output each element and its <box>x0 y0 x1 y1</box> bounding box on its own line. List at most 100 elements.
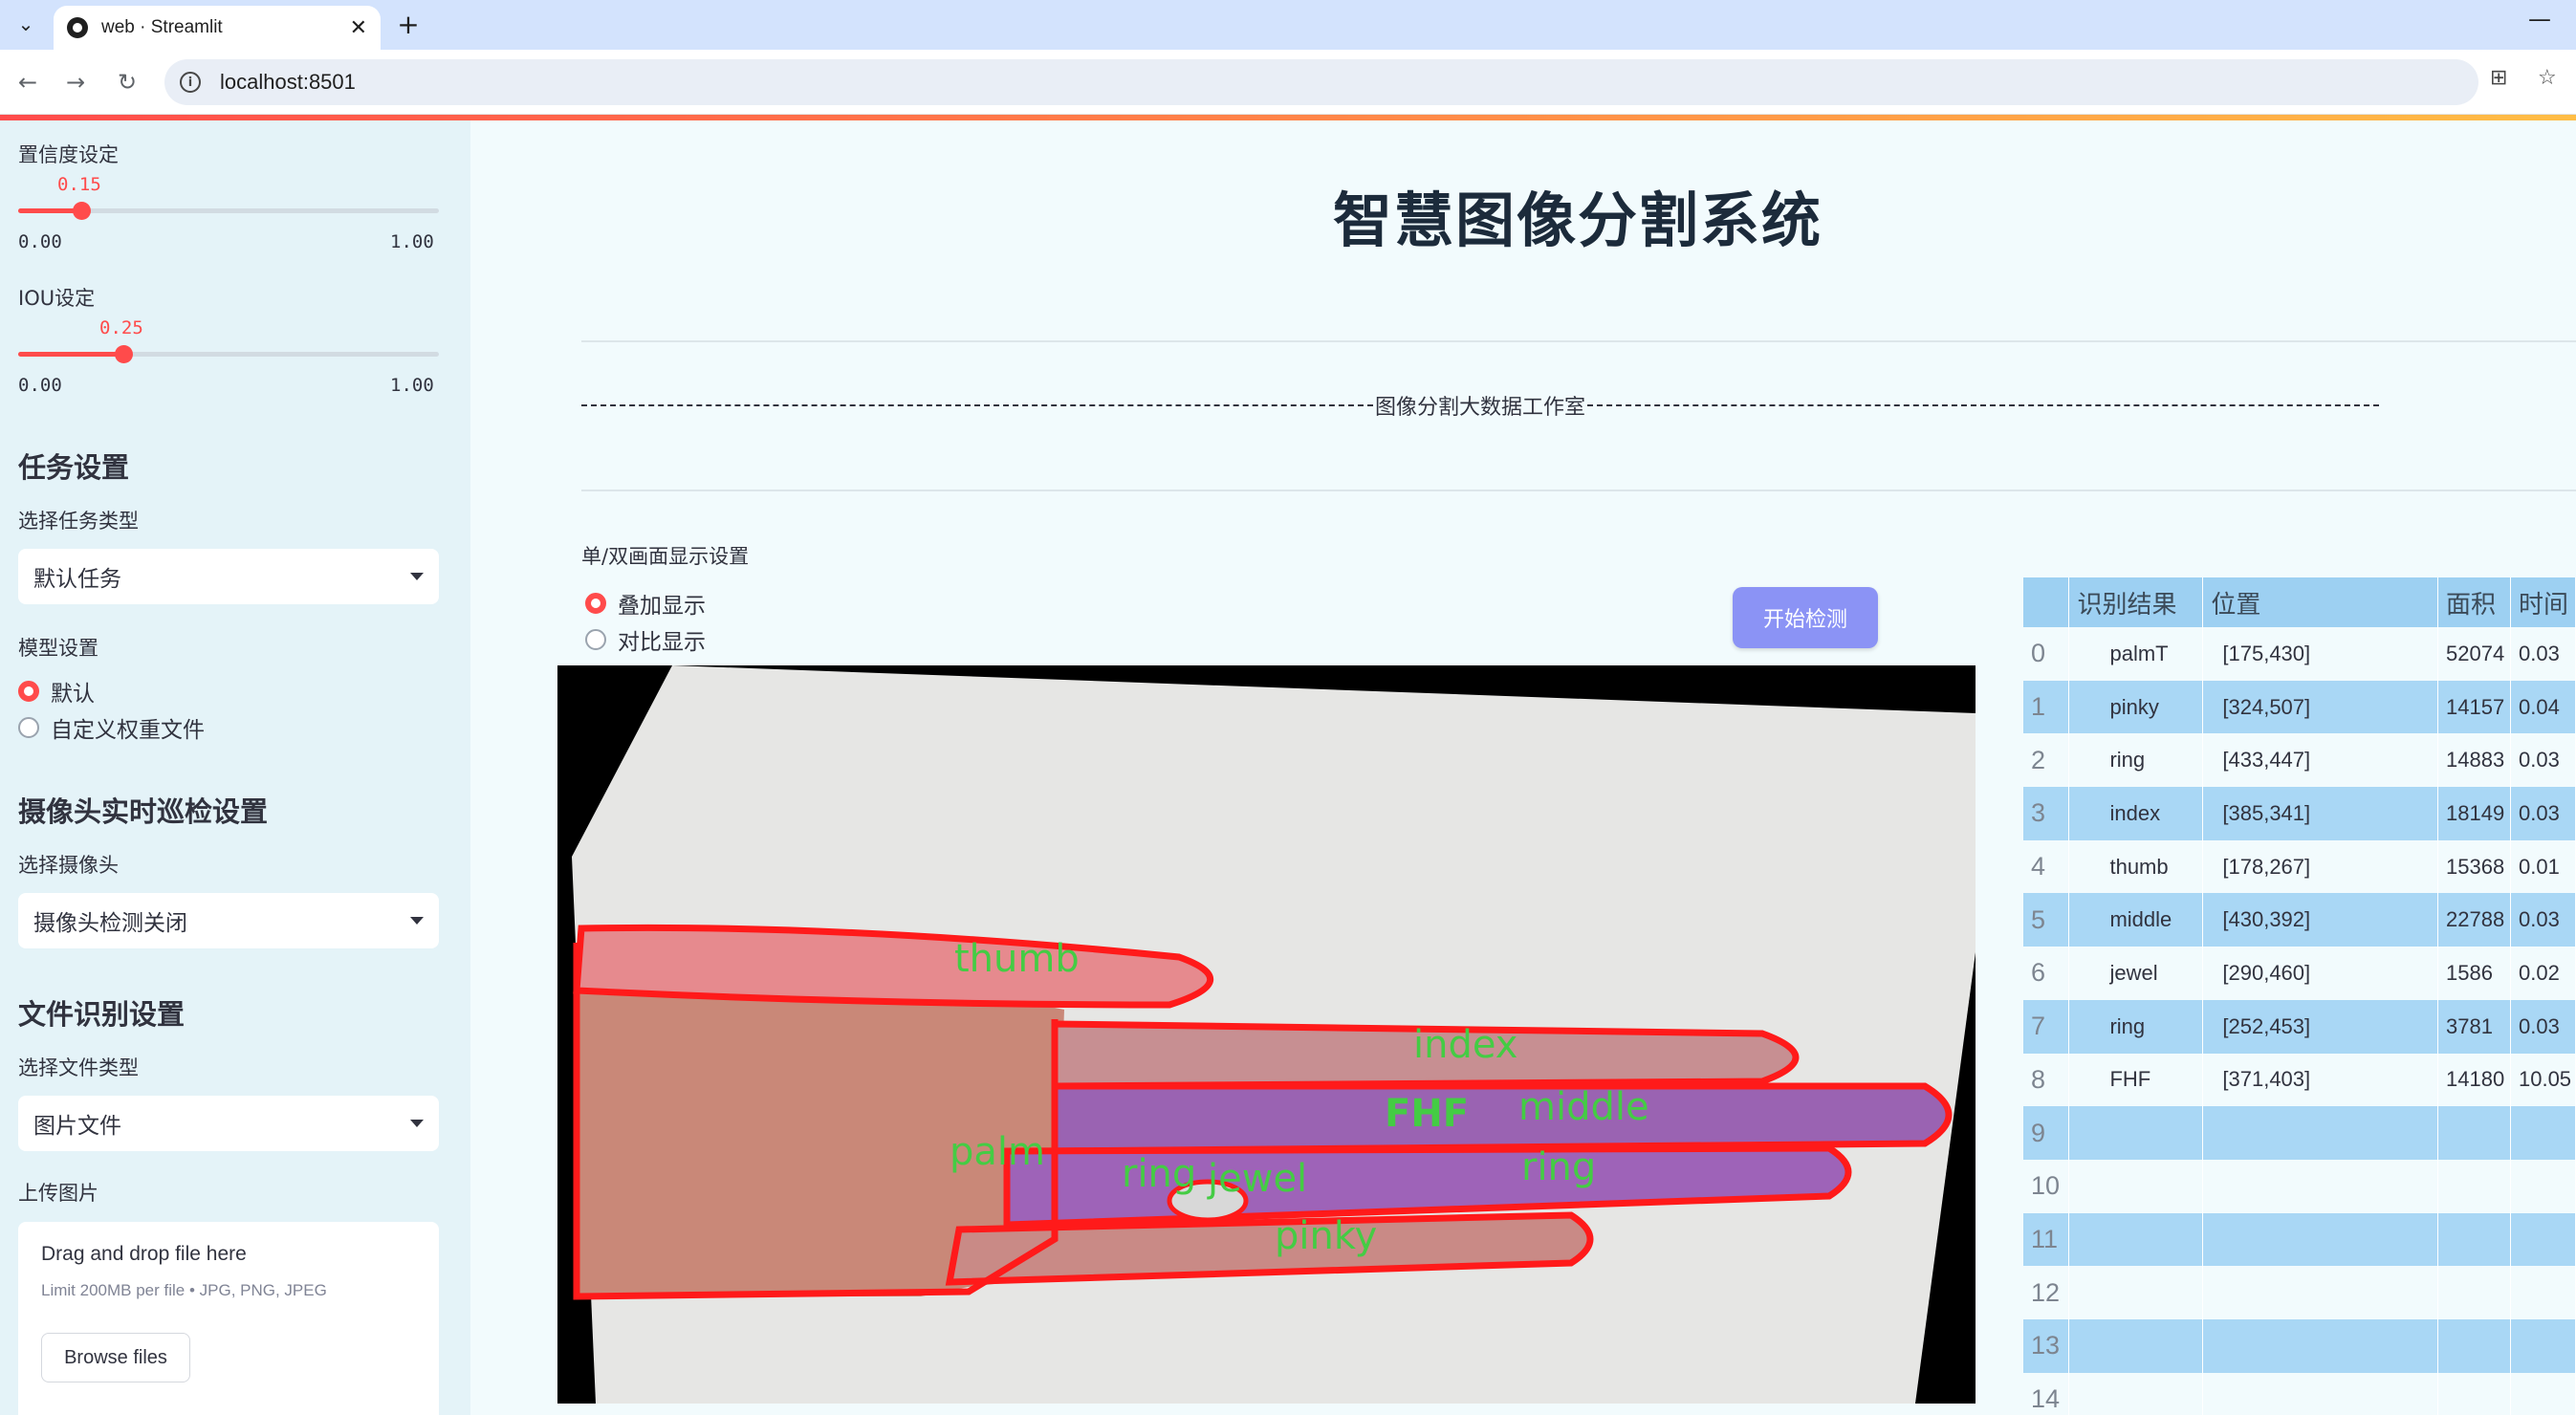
back-arrow-icon[interactable]: ← <box>11 66 44 98</box>
upload-label: 上传图片 <box>18 1182 98 1205</box>
cell-index: 8 <box>2023 1053 2070 1107</box>
bookmark-star-icon[interactable]: ☆ <box>2538 66 2557 90</box>
cell-position: [290,460] <box>2202 947 2439 1000</box>
cell-position <box>2202 1266 2439 1319</box>
cell-time <box>2510 1212 2576 1267</box>
address-bar[interactable]: i localhost:8501 <box>164 59 2478 105</box>
start-detection-button[interactable]: 开始检测 <box>1733 587 1878 648</box>
studio-banner: 图像分割大数据工作室 <box>581 388 2380 423</box>
camera-select[interactable]: 摄像头检测关闭 <box>18 893 439 948</box>
iou-slider[interactable] <box>18 345 439 363</box>
confidence-slider-thumb[interactable] <box>73 202 91 220</box>
new-tab-icon[interactable]: + <box>392 8 425 40</box>
table-row[interactable]: 2 ring [433,447] 14883 0.03 <box>2023 733 2576 788</box>
cell-time: 0.02 <box>2510 947 2576 1000</box>
table-row[interactable]: 14 <box>2023 1372 2576 1415</box>
iou-label: IOU设定 <box>18 287 96 310</box>
iou-min: 0.00 <box>18 375 62 396</box>
radio-selected-icon[interactable] <box>18 681 39 702</box>
display-option-compare-label: 对比显示 <box>618 630 706 655</box>
iou-slider-thumb[interactable] <box>115 345 133 363</box>
cell-result: ring <box>2068 999 2204 1054</box>
label-ring-2: ring <box>1521 1145 1596 1189</box>
cell-result: FHF <box>2068 1053 2204 1107</box>
file-uploader-dropzone[interactable]: Drag and drop file here Limit 200MB per … <box>18 1222 439 1415</box>
model-option-custom-label: 自定义权重文件 <box>51 718 205 743</box>
site-info-icon[interactable]: i <box>180 72 201 93</box>
table-row[interactable]: 7 ring [252,453] 3781 0.03 <box>2023 999 2576 1054</box>
table-row[interactable]: 8 FHF [371,403] 14180 10.05 <box>2023 1053 2576 1107</box>
cell-position: [385,341] <box>2202 787 2439 840</box>
cell-result <box>2068 1318 2204 1373</box>
camera-settings-header: 摄像头实时巡检设置 <box>18 795 269 828</box>
reload-icon[interactable]: ↻ <box>111 66 143 98</box>
task-type-label: 选择任务类型 <box>18 510 139 533</box>
cell-time: 0.04 <box>2510 680 2576 734</box>
confidence-min: 0.00 <box>18 231 62 252</box>
table-row[interactable]: 6 jewel [290,460] 1586 0.02 <box>2023 947 2576 1000</box>
cell-position: [324,507] <box>2202 680 2439 734</box>
col-time-header[interactable]: 时间 <box>2510 577 2576 627</box>
radio-unselected-icon[interactable] <box>585 629 606 650</box>
table-row[interactable]: 11 <box>2023 1212 2576 1267</box>
cell-result: thumb <box>2068 839 2204 894</box>
cell-index: 7 <box>2023 999 2070 1054</box>
cell-result <box>2068 1159 2204 1213</box>
cell-time: 0.03 <box>2510 787 2576 840</box>
col-area-header[interactable]: 面积 <box>2437 577 2511 627</box>
table-row[interactable]: 4 thumb [178,267] 15368 0.01 <box>2023 839 2576 894</box>
model-option-default[interactable]: 默认 <box>18 675 95 708</box>
table-row[interactable]: 13 <box>2023 1318 2576 1373</box>
table-row[interactable]: 3 index [385,341] 18149 0.03 <box>2023 787 2576 840</box>
browse-files-button[interactable]: Browse files <box>41 1333 190 1382</box>
tab-close-icon[interactable]: ✕ <box>350 16 367 40</box>
radio-selected-icon[interactable] <box>585 593 606 614</box>
file-type-select[interactable]: 图片文件 <box>18 1096 439 1151</box>
forward-arrow-icon[interactable]: → <box>59 66 92 98</box>
cell-area <box>2437 1212 2511 1267</box>
col-position-header[interactable]: 位置 <box>2202 577 2439 627</box>
table-row[interactable]: 12 <box>2023 1266 2576 1319</box>
divider <box>581 340 2576 342</box>
browser-tab[interactable]: web · Streamlit ✕ <box>54 6 381 50</box>
cell-result <box>2068 1266 2204 1319</box>
cell-area: 14157 <box>2437 680 2511 734</box>
cell-area: 18149 <box>2437 787 2511 840</box>
model-settings-label: 模型设置 <box>18 637 98 660</box>
table-row[interactable]: 0 palmT [175,430] 52074 0.03 <box>2023 627 2576 681</box>
task-type-select[interactable]: 默认任务 <box>18 549 439 604</box>
task-type-value: 默认任务 <box>33 567 121 592</box>
cell-result: middle <box>2068 893 2204 947</box>
radio-unselected-icon[interactable] <box>18 717 39 738</box>
model-option-default-label: 默认 <box>51 682 95 707</box>
tab-list-chevron-icon[interactable]: ⌄ <box>10 8 42 40</box>
table-row[interactable]: 10 <box>2023 1159 2576 1213</box>
divider <box>581 490 2576 491</box>
cell-time <box>2510 1266 2576 1319</box>
studio-name: 图像分割大数据工作室 <box>1375 396 1586 420</box>
model-option-custom[interactable]: 自定义权重文件 <box>18 711 205 744</box>
display-option-overlay[interactable]: 叠加显示 <box>585 587 706 620</box>
cell-result <box>2068 1212 2204 1267</box>
col-index-header[interactable] <box>2023 577 2070 627</box>
translate-icon[interactable]: ⊞ <box>2490 66 2507 90</box>
cell-position: [175,430] <box>2202 627 2439 681</box>
upload-instructions: Drag and drop file here <box>41 1243 247 1265</box>
label-jewel: jewel <box>1207 1157 1307 1201</box>
page-title: 智慧图像分割系统 <box>1332 185 1823 255</box>
table-row[interactable]: 9 <box>2023 1106 2576 1160</box>
confidence-slider[interactable] <box>18 202 439 220</box>
table-row[interactable]: 1 pinky [324,507] 14157 0.04 <box>2023 680 2576 734</box>
results-table[interactable]: 识别结果 位置 面积 时间 0 palmT [175,430] 52074 0.03 1 p… <box>2023 577 2576 1415</box>
streamlit-favicon-icon <box>67 17 88 38</box>
upload-limit: Limit 200MB per file • JPG, PNG, JPEG <box>41 1281 327 1299</box>
label-thumb: thumb <box>954 937 1080 981</box>
col-result-header[interactable]: 识别结果 <box>2068 577 2204 627</box>
cell-position: [430,392] <box>2202 893 2439 947</box>
window-minimize-icon[interactable]: — <box>2521 6 2559 38</box>
display-option-compare[interactable]: 对比显示 <box>585 623 706 656</box>
cell-time: 0.03 <box>2510 999 2576 1054</box>
confidence-max: 1.00 <box>390 231 434 252</box>
cell-area <box>2437 1266 2511 1319</box>
table-row[interactable]: 5 middle [430,392] 22788 0.03 <box>2023 893 2576 947</box>
